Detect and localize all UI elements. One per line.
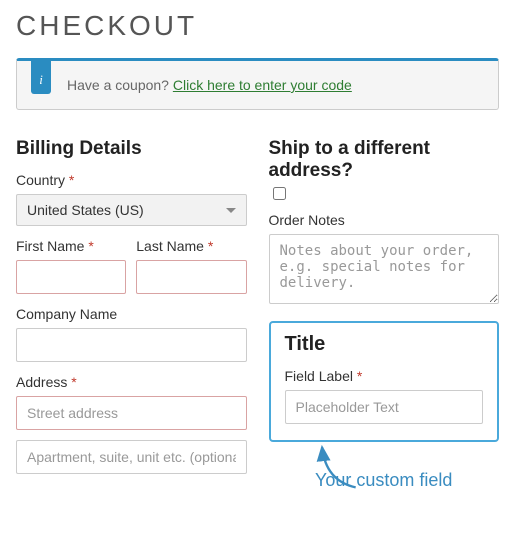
order-notes-input[interactable] bbox=[269, 234, 500, 304]
company-label: Company Name bbox=[16, 306, 247, 322]
custom-field-title: Title bbox=[285, 333, 484, 356]
country-label: Country * bbox=[16, 172, 247, 188]
company-input[interactable] bbox=[16, 328, 247, 362]
annotation-text: Your custom field bbox=[315, 470, 452, 490]
first-name-label: First Name * bbox=[16, 238, 126, 254]
coupon-text: Have a coupon? bbox=[67, 77, 173, 93]
custom-field-input[interactable] bbox=[285, 390, 484, 424]
info-icon: i bbox=[31, 58, 51, 94]
last-name-input[interactable] bbox=[136, 260, 246, 294]
first-name-input[interactable] bbox=[16, 260, 126, 294]
page-title: CHECKOUT bbox=[16, 10, 499, 42]
annotation: Your custom field bbox=[269, 470, 500, 491]
country-value: United States (US) bbox=[27, 202, 144, 218]
address-line1-input[interactable] bbox=[16, 396, 247, 430]
shipping-heading: Ship to a different address? bbox=[269, 138, 500, 200]
last-name-label: Last Name * bbox=[136, 238, 246, 254]
order-notes-label: Order Notes bbox=[269, 212, 500, 228]
custom-field-box: Title Field Label * bbox=[269, 321, 500, 442]
address-line2-input[interactable] bbox=[16, 440, 247, 474]
ship-different-checkbox[interactable] bbox=[273, 187, 286, 200]
custom-field-label: Field Label * bbox=[285, 368, 484, 384]
country-select[interactable]: United States (US) bbox=[16, 194, 247, 226]
coupon-notice: i Have a coupon? Click here to enter you… bbox=[16, 58, 499, 110]
coupon-link[interactable]: Click here to enter your code bbox=[173, 77, 352, 93]
address-label: Address * bbox=[16, 374, 247, 390]
billing-heading: Billing Details bbox=[16, 138, 247, 160]
